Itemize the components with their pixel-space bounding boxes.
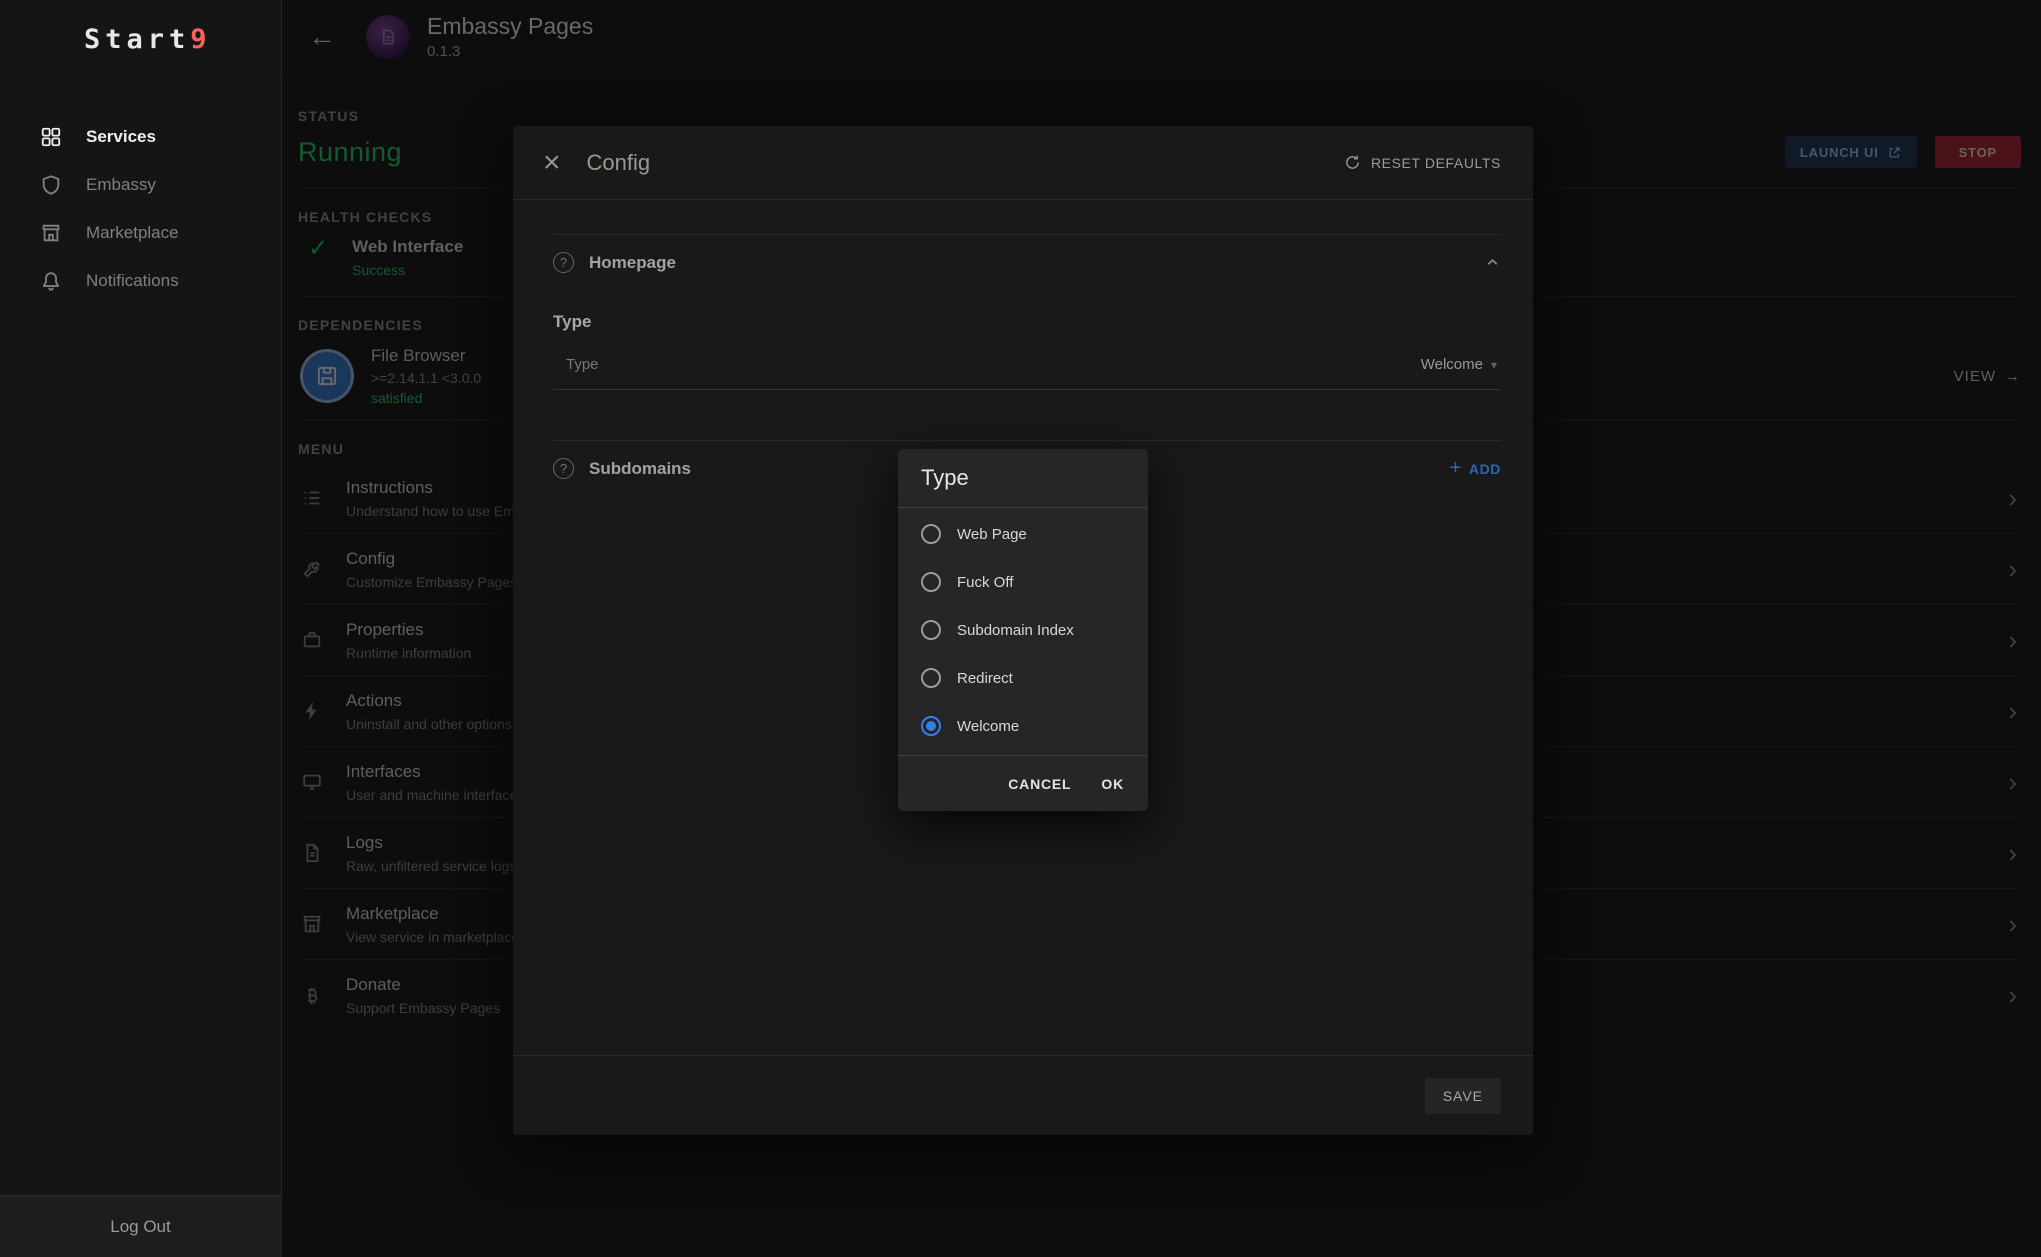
sidebar-item-services[interactable]: Services: [0, 113, 281, 161]
logout-button[interactable]: Log Out: [0, 1195, 281, 1257]
start9-logo: Start9: [0, 0, 281, 55]
radio-option-label: Welcome: [957, 718, 1019, 735]
sidebar-item-label: Notifications: [86, 271, 179, 291]
radio-option-subdomain-index[interactable]: Subdomain Index: [898, 606, 1148, 654]
sidebar-item-label: Services: [86, 127, 156, 147]
radio-icon[interactable]: [921, 524, 941, 544]
grid-icon: [39, 125, 63, 149]
radio-option-fuck-off[interactable]: Fuck Off: [898, 558, 1148, 606]
logo-accent: 9: [190, 24, 211, 55]
shield-icon: [39, 173, 63, 197]
ok-button[interactable]: OK: [1101, 776, 1124, 792]
type-dialog-title: Type: [898, 449, 1148, 508]
sidebar-item-embassy[interactable]: Embassy: [0, 161, 281, 209]
radio-option-redirect[interactable]: Redirect: [898, 654, 1148, 702]
radio-icon[interactable]: [921, 620, 941, 640]
sidebar-item-label: Embassy: [86, 175, 156, 195]
type-dialog-options: Web Page Fuck Off Subdomain Index Redire…: [898, 508, 1148, 752]
type-dialog: Type Web Page Fuck Off Subdomain Index R…: [898, 449, 1148, 811]
sidebar-item-notifications[interactable]: Notifications: [0, 257, 281, 305]
sidebar-nav: Services Embassy Marketplace Notificatio…: [0, 113, 281, 305]
dialog-backdrop[interactable]: [282, 0, 2041, 1257]
radio-option-label: Subdomain Index: [957, 622, 1074, 639]
bell-icon: [39, 269, 63, 293]
radio-icon[interactable]: [921, 668, 941, 688]
cancel-button[interactable]: CANCEL: [1008, 776, 1071, 792]
sidebar: Start9 Services Embassy Marketplace: [0, 0, 282, 1257]
radio-selected-icon[interactable]: [921, 716, 941, 736]
type-dialog-footer: CANCEL OK: [898, 755, 1148, 811]
logo-text: Start: [84, 24, 190, 55]
radio-option-label: Fuck Off: [957, 574, 1013, 591]
screen: Start9 Services Embassy Marketplace: [0, 0, 2041, 1257]
radio-option-label: Web Page: [957, 526, 1027, 543]
sidebar-item-label: Marketplace: [86, 223, 179, 243]
radio-option-welcome[interactable]: Welcome: [898, 702, 1148, 750]
storefront-icon: [39, 221, 63, 245]
radio-option-web-page[interactable]: Web Page: [898, 510, 1148, 558]
radio-option-label: Redirect: [957, 670, 1013, 687]
radio-icon[interactable]: [921, 572, 941, 592]
sidebar-item-marketplace[interactable]: Marketplace: [0, 209, 281, 257]
